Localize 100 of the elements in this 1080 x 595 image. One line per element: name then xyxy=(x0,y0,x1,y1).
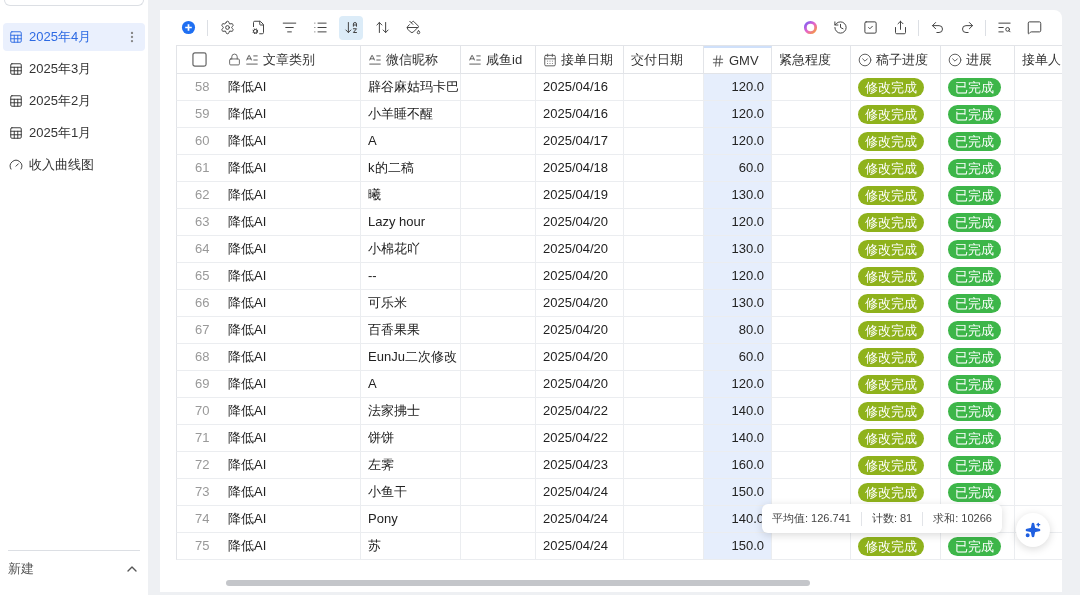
paint-bucket-icon xyxy=(405,20,421,35)
table-cell: 140.0 xyxy=(704,398,772,424)
status-tag: 修改完成 xyxy=(858,455,924,475)
status-tag: 修改完成 xyxy=(858,158,924,178)
table-cell: 降低AI xyxy=(221,398,361,424)
column-header[interactable]: 交付日期 xyxy=(624,46,704,73)
table-cell: 降低AI xyxy=(221,263,361,289)
table-cell: 辟谷麻姑玛卡巴 xyxy=(361,74,461,100)
table-icon xyxy=(9,94,23,108)
table-cell: A xyxy=(361,371,461,397)
table-cell: 120.0 xyxy=(704,371,772,397)
table-cell: 降低AI xyxy=(221,425,361,451)
new-button[interactable]: 新建 xyxy=(8,559,34,579)
table-cell: 苏 xyxy=(361,533,461,559)
form-gear-icon xyxy=(250,20,266,35)
table-cell: 降低AI xyxy=(221,506,361,532)
row-number: 58 xyxy=(194,78,211,97)
sort-icon xyxy=(343,20,359,35)
table-cell: 120.0 xyxy=(704,74,772,100)
status-tag: 修改完成 xyxy=(858,374,924,394)
table-cell: 2025/04/22 xyxy=(536,425,624,451)
status-tag: 已完成 xyxy=(948,158,1001,178)
status-tag: 修改完成 xyxy=(858,77,924,97)
table-cell: 2025/04/24 xyxy=(536,506,624,532)
history-icon xyxy=(832,20,848,35)
status-tag: 已完成 xyxy=(948,104,1001,124)
row-number: 61 xyxy=(194,159,211,178)
table-cell: 饼饼 xyxy=(361,425,461,451)
status-tag: 已完成 xyxy=(948,455,1001,475)
sidebar-item[interactable]: 2025年2月 xyxy=(3,87,145,115)
list-icon xyxy=(312,20,328,35)
status-tag: 已完成 xyxy=(948,320,1001,340)
table-cell: 2025/04/20 xyxy=(536,371,624,397)
table-cell: 2025/04/20 xyxy=(536,317,624,343)
status-tag: 已完成 xyxy=(948,266,1001,286)
calendar-icon xyxy=(543,52,557,67)
table-cell: 140.0 xyxy=(704,425,772,451)
sidebar-item[interactable]: 2025年1月 xyxy=(3,119,145,147)
undo-icon xyxy=(929,20,945,35)
table-cell: 2025/04/24 xyxy=(536,533,624,559)
table-cell: 曦 xyxy=(361,182,461,208)
status-tag: 修改完成 xyxy=(858,401,924,421)
text-field-icon xyxy=(468,52,482,67)
table-cell: 60.0 xyxy=(704,344,772,370)
status-tag: 修改完成 xyxy=(858,131,924,151)
table-cell: 2025/04/22 xyxy=(536,398,624,424)
column-header[interactable]: 咸鱼id xyxy=(461,46,536,73)
status-tag: 修改完成 xyxy=(858,212,924,232)
row-number: 75 xyxy=(194,537,211,556)
text-field-icon xyxy=(245,52,259,67)
table-cell: 降低AI xyxy=(221,182,361,208)
status-tag: 修改完成 xyxy=(858,536,924,556)
column-header[interactable]: 稿子进度 xyxy=(851,46,941,73)
table-cell: 120.0 xyxy=(704,263,772,289)
row-number: 70 xyxy=(194,402,211,421)
sum-value: 求和: 10266 xyxy=(933,511,992,527)
column-header[interactable]: 紧急程度 xyxy=(772,46,851,73)
sidebar-item[interactable]: 2025年4月 xyxy=(3,23,145,51)
table-cell: 130.0 xyxy=(704,236,772,262)
dropdown-circle-icon xyxy=(858,52,872,67)
status-tag: 修改完成 xyxy=(858,293,924,313)
redo-icon xyxy=(959,20,975,35)
table-cell: 降低AI xyxy=(221,533,361,559)
table-cell: Pony xyxy=(361,506,461,532)
column-header[interactable]: 微信昵称 xyxy=(361,46,461,73)
column-header[interactable]: 接单人 xyxy=(1015,46,1062,73)
add-icon xyxy=(180,20,196,35)
status-tag: 已完成 xyxy=(948,77,1001,97)
toolbar-button[interactable] xyxy=(339,15,363,40)
table-cell: 160.0 xyxy=(704,452,772,478)
status-tag: 已完成 xyxy=(948,347,1001,367)
column-header[interactable]: 接单日期 xyxy=(536,46,624,73)
status-tag: 修改完成 xyxy=(858,104,924,124)
row-number: 64 xyxy=(194,240,211,259)
row-number: 60 xyxy=(194,132,211,151)
sidebar-item[interactable]: 收入曲线图 xyxy=(3,151,145,179)
sidebar-item[interactable]: 2025年3月 xyxy=(3,55,145,83)
status-tag: 修改完成 xyxy=(858,239,924,259)
text-field-icon xyxy=(368,52,382,67)
row-number: 65 xyxy=(194,267,211,286)
settings-icon xyxy=(219,20,235,35)
status-tag: 已完成 xyxy=(948,428,1001,448)
table-cell: 130.0 xyxy=(704,290,772,316)
status-tag: 修改完成 xyxy=(858,428,924,448)
table-cell: 2025/04/19 xyxy=(536,182,624,208)
search-icon xyxy=(996,20,1012,35)
checkbox[interactable] xyxy=(191,52,207,67)
column-header[interactable]: 进展 xyxy=(941,46,1015,73)
table-cell: A xyxy=(361,128,461,154)
dropdown-circle-icon xyxy=(948,52,962,67)
table-cell: 降低AI xyxy=(221,236,361,262)
status-tag: 已完成 xyxy=(948,212,1001,232)
table-cell: 2025/04/24 xyxy=(536,479,624,505)
table-cell: 降低AI xyxy=(221,74,361,100)
status-tag: 已完成 xyxy=(948,401,1001,421)
table-cell: 2025/04/20 xyxy=(536,263,624,289)
scrollbar[interactable] xyxy=(226,580,810,586)
table-cell: 120.0 xyxy=(704,128,772,154)
status-tag: 修改完成 xyxy=(858,185,924,205)
column-header[interactable]: 文章类别 xyxy=(221,46,361,73)
